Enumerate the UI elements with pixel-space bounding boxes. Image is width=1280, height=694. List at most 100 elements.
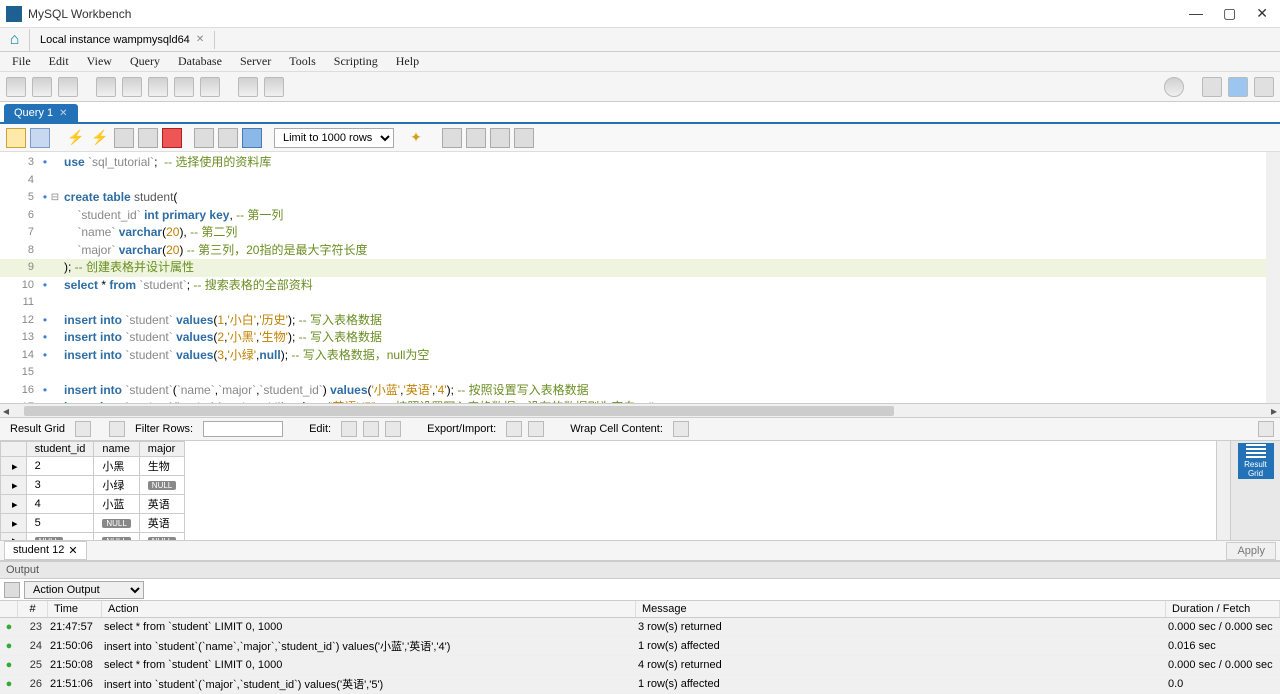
output-row[interactable]: ●2621:51:06insert into `student`(`major`… [0,675,1280,694]
panel-bottom-icon[interactable] [1228,77,1248,97]
menu-server[interactable]: Server [232,52,279,71]
rollback-icon[interactable] [218,128,238,148]
add-row-icon[interactable] [363,421,379,437]
limit-select[interactable]: Limit to 1000 rows [274,128,394,148]
result-grid[interactable]: student_idnamemajor ▸2小黑生物 ▸3小绿NULL ▸4小蓝… [0,441,185,540]
new-sql-tab-icon[interactable] [6,77,26,97]
connection-tab-label: Local instance wampmysqld64 [40,34,190,46]
connection-tabs: ⌂ Local instance wampmysqld64 ✕ [0,28,1280,52]
minimize-button[interactable]: — [1189,5,1203,22]
result-area: student_idnamemajor ▸2小黑生物 ▸3小绿NULL ▸4小蓝… [0,441,1280,541]
edit-label: Edit: [305,423,335,435]
sql-editor[interactable]: 3•use `sql_tutorial`; -- 选择使用的资料库45•⊟cre… [0,152,1280,417]
output-col-message: Message [636,601,1166,617]
query-tabs: Query 1 ✕ [0,102,1280,124]
result-tab-bar: student 12 ✕ Apply [0,541,1280,561]
export-icon[interactable] [506,421,522,437]
result-grid-label: Result Grid [6,423,69,435]
panel-toggle-icon[interactable] [1258,421,1274,437]
snippets-icon[interactable] [514,128,534,148]
result-tab[interactable]: student 12 ✕ [4,541,87,560]
open-file-icon[interactable] [6,128,26,148]
menu-database[interactable]: Database [170,52,230,71]
output-row[interactable]: ●2521:50:08select * from `student` LIMIT… [0,656,1280,675]
output-col-time: Time [48,601,102,617]
home-icon[interactable]: ⌂ [0,29,30,51]
menu-file[interactable]: File [4,52,39,71]
autocommit-icon[interactable] [242,128,262,148]
inspector-icon[interactable] [58,77,78,97]
result-toolbar: Result Grid Filter Rows: Edit: Export/Im… [0,417,1280,441]
output-clear-icon[interactable] [4,582,20,598]
output-col-duration: Duration / Fetch [1166,601,1280,617]
stop-on-error-icon[interactable] [162,128,182,148]
close-window-button[interactable]: ✕ [1256,5,1268,22]
settings-icon[interactable] [1164,77,1184,97]
reconnect-icon[interactable] [264,77,284,97]
close-icon[interactable]: ✕ [59,108,67,119]
edit-row-icon[interactable] [341,421,357,437]
result-grid-mode-button[interactable]: Result Grid [1238,443,1274,479]
menu-view[interactable]: View [79,52,120,71]
explain-icon[interactable] [114,128,134,148]
editor-hscroll[interactable]: ◂▸ [0,403,1280,417]
output-table-header: # Time Action Message Duration / Fetch [0,601,1280,618]
filter-input[interactable] [203,421,283,437]
apply-button[interactable]: Apply [1226,542,1276,560]
result-tab-label: student 12 [13,544,64,557]
query-tab[interactable]: Query 1 ✕ [4,104,78,122]
output-mode-select[interactable]: Action Output [24,581,144,599]
panel-left-icon[interactable] [1202,77,1222,97]
connection-tab[interactable]: Local instance wampmysqld64 ✕ [30,31,215,49]
editor-toolbar: ⚡ ⚡ Limit to 1000 rows ✦ [0,124,1280,152]
menubar: File Edit View Query Database Server Too… [0,52,1280,72]
invisible-icon[interactable] [466,128,486,148]
menu-edit[interactable]: Edit [41,52,77,71]
close-icon[interactable]: ✕ [196,34,204,45]
wrap-icon[interactable] [490,128,510,148]
output-controls: Action Output [0,579,1280,601]
delete-row-icon[interactable] [385,421,401,437]
stop-icon[interactable] [138,128,158,148]
output-row[interactable]: ●2321:47:57select * from `student` LIMIT… [0,618,1280,637]
output-col-action: Action [102,601,636,617]
beautify-icon[interactable]: ✦ [406,128,426,148]
query-tab-label: Query 1 [14,107,53,119]
search-table-icon[interactable] [238,77,258,97]
import-icon[interactable] [528,421,544,437]
app-title: MySQL Workbench [28,7,1189,21]
output-rows: ●2321:47:57select * from `student` LIMIT… [0,618,1280,694]
filter-label: Filter Rows: [131,423,197,435]
refresh-icon[interactable] [109,421,125,437]
panel-right-icon[interactable] [1254,77,1274,97]
save-file-icon[interactable] [30,128,50,148]
commit-icon[interactable] [194,128,214,148]
menu-help[interactable]: Help [388,52,427,71]
output-section-header: Output [0,561,1280,579]
grid-view-icon[interactable] [75,421,91,437]
result-vscroll[interactable] [1216,441,1230,540]
create-function-icon[interactable] [200,77,220,97]
menu-query[interactable]: Query [122,52,168,71]
result-side-panel: Result Grid [1230,441,1280,540]
main-toolbar [0,72,1280,102]
find-icon[interactable] [442,128,462,148]
execute-icon[interactable]: ⚡ [66,128,86,148]
wrap-label: Wrap Cell Content: [566,423,667,435]
app-icon [6,6,22,22]
menu-tools[interactable]: Tools [281,52,324,71]
open-sql-icon[interactable] [32,77,52,97]
create-schema-icon[interactable] [96,77,116,97]
create-view-icon[interactable] [148,77,168,97]
menu-scripting[interactable]: Scripting [326,52,386,71]
export-label: Export/Import: [423,423,500,435]
execute-current-icon[interactable]: ⚡ [90,128,110,148]
output-col-num: # [18,601,48,617]
wrap-toggle-icon[interactable] [673,421,689,437]
close-icon[interactable]: ✕ [68,544,77,557]
editor-vscroll[interactable] [1266,152,1280,403]
create-procedure-icon[interactable] [174,77,194,97]
maximize-button[interactable]: ▢ [1223,5,1236,22]
output-row[interactable]: ●2421:50:06insert into `student`(`name`,… [0,637,1280,656]
create-table-icon[interactable] [122,77,142,97]
